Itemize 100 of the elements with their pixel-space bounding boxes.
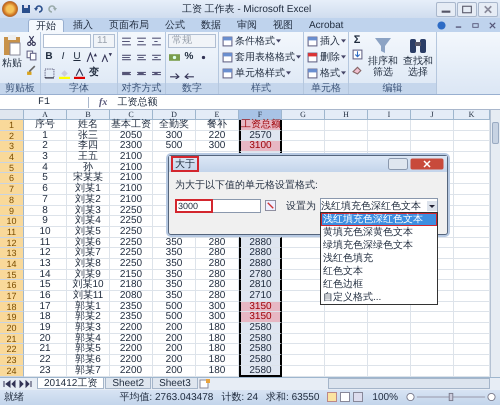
row-header[interactable]: 3 <box>0 141 24 152</box>
row-header[interactable]: 2 <box>0 130 24 142</box>
font-name-field[interactable] <box>43 34 91 48</box>
ribbon-command[interactable]: 单元格样式 <box>221 66 301 80</box>
undo-icon[interactable] <box>34 4 44 14</box>
page-layout-icon[interactable] <box>340 392 350 402</box>
sheet-tab[interactable]: 201412工资 <box>37 378 104 389</box>
close-icon[interactable] <box>488 21 497 30</box>
insert-function-button[interactable]: fx <box>93 96 114 108</box>
ribbon-tab[interactable]: Acrobat <box>302 19 350 32</box>
column-header[interactable]: A <box>24 110 67 120</box>
fill-down-icon[interactable] <box>351 48 364 61</box>
scissors-icon[interactable] <box>25 34 38 47</box>
sheet-tab[interactable]: Sheet2 <box>105 378 152 389</box>
column-header[interactable]: I <box>368 110 411 120</box>
dropdown-option[interactable]: 绿填充色深绿色文本 <box>321 239 437 252</box>
column-header[interactable]: H <box>325 110 368 120</box>
ribbon-command[interactable]: 删除 <box>306 50 346 64</box>
ribbon-tab[interactable]: 插入 <box>66 19 100 32</box>
row-header[interactable]: 22 <box>0 344 24 356</box>
dropdown-option[interactable]: 红色边框 <box>321 278 437 291</box>
row-header[interactable]: 11 <box>0 226 24 238</box>
row-header[interactable]: 24 <box>0 366 24 376</box>
formula-field[interactable]: 工资总额 <box>117 95 500 109</box>
new-sheet-icon[interactable] <box>198 378 211 388</box>
align-icon[interactable] <box>150 34 163 48</box>
border-icon[interactable] <box>43 66 56 80</box>
ribbon-tab[interactable]: 数据 <box>194 19 228 32</box>
brush-icon[interactable] <box>25 64 38 77</box>
ribbon-command[interactable]: 插入 <box>306 34 346 48</box>
ribbon-command[interactable]: 套用表格格式 <box>221 50 301 64</box>
column-header[interactable]: G <box>282 110 325 120</box>
format-button[interactable]: B <box>43 51 55 63</box>
row-header[interactable]: 16 <box>0 280 24 291</box>
autosum-button[interactable]: Σ <box>351 34 363 46</box>
value-field[interactable]: 3000 <box>175 198 261 212</box>
row-header[interactable]: 12 <box>0 238 24 248</box>
column-header[interactable]: J <box>411 110 454 120</box>
row-header[interactable]: 20 <box>0 323 24 334</box>
shrink-font-icon[interactable] <box>100 50 113 64</box>
dropdown-option[interactable]: 自定义格式... <box>321 291 437 304</box>
sheet-tab[interactable]: Sheet3 <box>152 378 198 389</box>
column-header[interactable]: F <box>239 110 282 120</box>
copy-icon[interactable] <box>25 49 38 62</box>
ribbon-tab[interactable]: 视图 <box>266 19 300 32</box>
column-header[interactable]: B <box>67 110 110 120</box>
ribbon-command[interactable]: 查找和选择 <box>402 34 434 83</box>
page-break-icon[interactable] <box>353 392 364 402</box>
ribbon-command[interactable]: 排序和筛选 <box>367 34 399 83</box>
column-header[interactable]: C <box>110 110 153 120</box>
vertical-scrollbar[interactable] <box>490 110 500 376</box>
row-header[interactable]: 18 <box>0 302 24 312</box>
minimize-icon[interactable] <box>436 2 456 16</box>
maximize-icon[interactable] <box>457 2 477 16</box>
ribbon-tab[interactable]: 页面布局 <box>102 19 156 32</box>
save-icon[interactable] <box>21 4 31 14</box>
restore-icon[interactable] <box>471 21 480 30</box>
align-icon[interactable] <box>135 34 148 48</box>
align-icon[interactable] <box>120 34 133 48</box>
font-color-icon[interactable] <box>73 66 86 80</box>
ribbon-tab[interactable]: 开始 <box>28 19 64 32</box>
sheet-nav-icon[interactable] <box>3 380 33 388</box>
row-header[interactable]: 15 <box>0 270 24 280</box>
format-button[interactable]: U <box>71 51 83 63</box>
dropdown-option[interactable]: 黄填充色深黄色文本 <box>321 226 437 239</box>
grow-font-icon[interactable] <box>85 50 98 64</box>
row-header[interactable]: 13 <box>0 248 24 259</box>
close-icon[interactable] <box>478 2 498 16</box>
zoom-level[interactable]: 100% <box>372 392 398 403</box>
ribbon-command[interactable]: 条件格式 <box>221 34 301 48</box>
office-button[interactable] <box>2 1 18 17</box>
paste-button[interactable]: 粘贴 <box>2 34 22 83</box>
zoom-slider-thumb[interactable] <box>448 393 454 402</box>
dropdown-option[interactable]: 红色文本 <box>321 265 437 278</box>
row-header[interactable]: 8 <box>0 194 24 206</box>
name-box[interactable]: F1 <box>0 96 89 108</box>
range-picker-icon[interactable] <box>265 200 276 211</box>
close-icon[interactable] <box>410 158 444 170</box>
row-header[interactable]: 5 <box>0 162 24 174</box>
horizontal-scrollbar[interactable] <box>328 378 490 389</box>
format-button[interactable]: I <box>57 51 69 63</box>
dropdown-option[interactable]: 浅红色填充 <box>321 252 437 265</box>
ribbon-tab[interactable]: 审阅 <box>230 19 264 32</box>
help-icon[interactable] <box>437 21 446 30</box>
phonetic-button[interactable]: 变 <box>88 67 100 79</box>
column-header[interactable]: D <box>153 110 196 120</box>
row-header[interactable]: 14 <box>0 258 24 270</box>
ribbon-tab[interactable]: 公式 <box>158 19 192 32</box>
row-header[interactable]: 10 <box>0 216 24 227</box>
row-header[interactable]: 4 <box>0 152 24 163</box>
row-header[interactable]: 9 <box>0 206 24 216</box>
row-header[interactable]: 7 <box>0 184 24 195</box>
zoom-slider[interactable] <box>406 392 496 402</box>
row-header[interactable]: 21 <box>0 334 24 344</box>
row-header[interactable]: 17 <box>0 291 24 302</box>
row-header[interactable]: 19 <box>0 312 24 324</box>
ribbon-command[interactable]: 格式 <box>306 66 346 80</box>
row-header[interactable]: 23 <box>0 355 24 366</box>
row-header[interactable]: 1 <box>0 120 24 131</box>
column-header[interactable]: E <box>196 110 239 120</box>
